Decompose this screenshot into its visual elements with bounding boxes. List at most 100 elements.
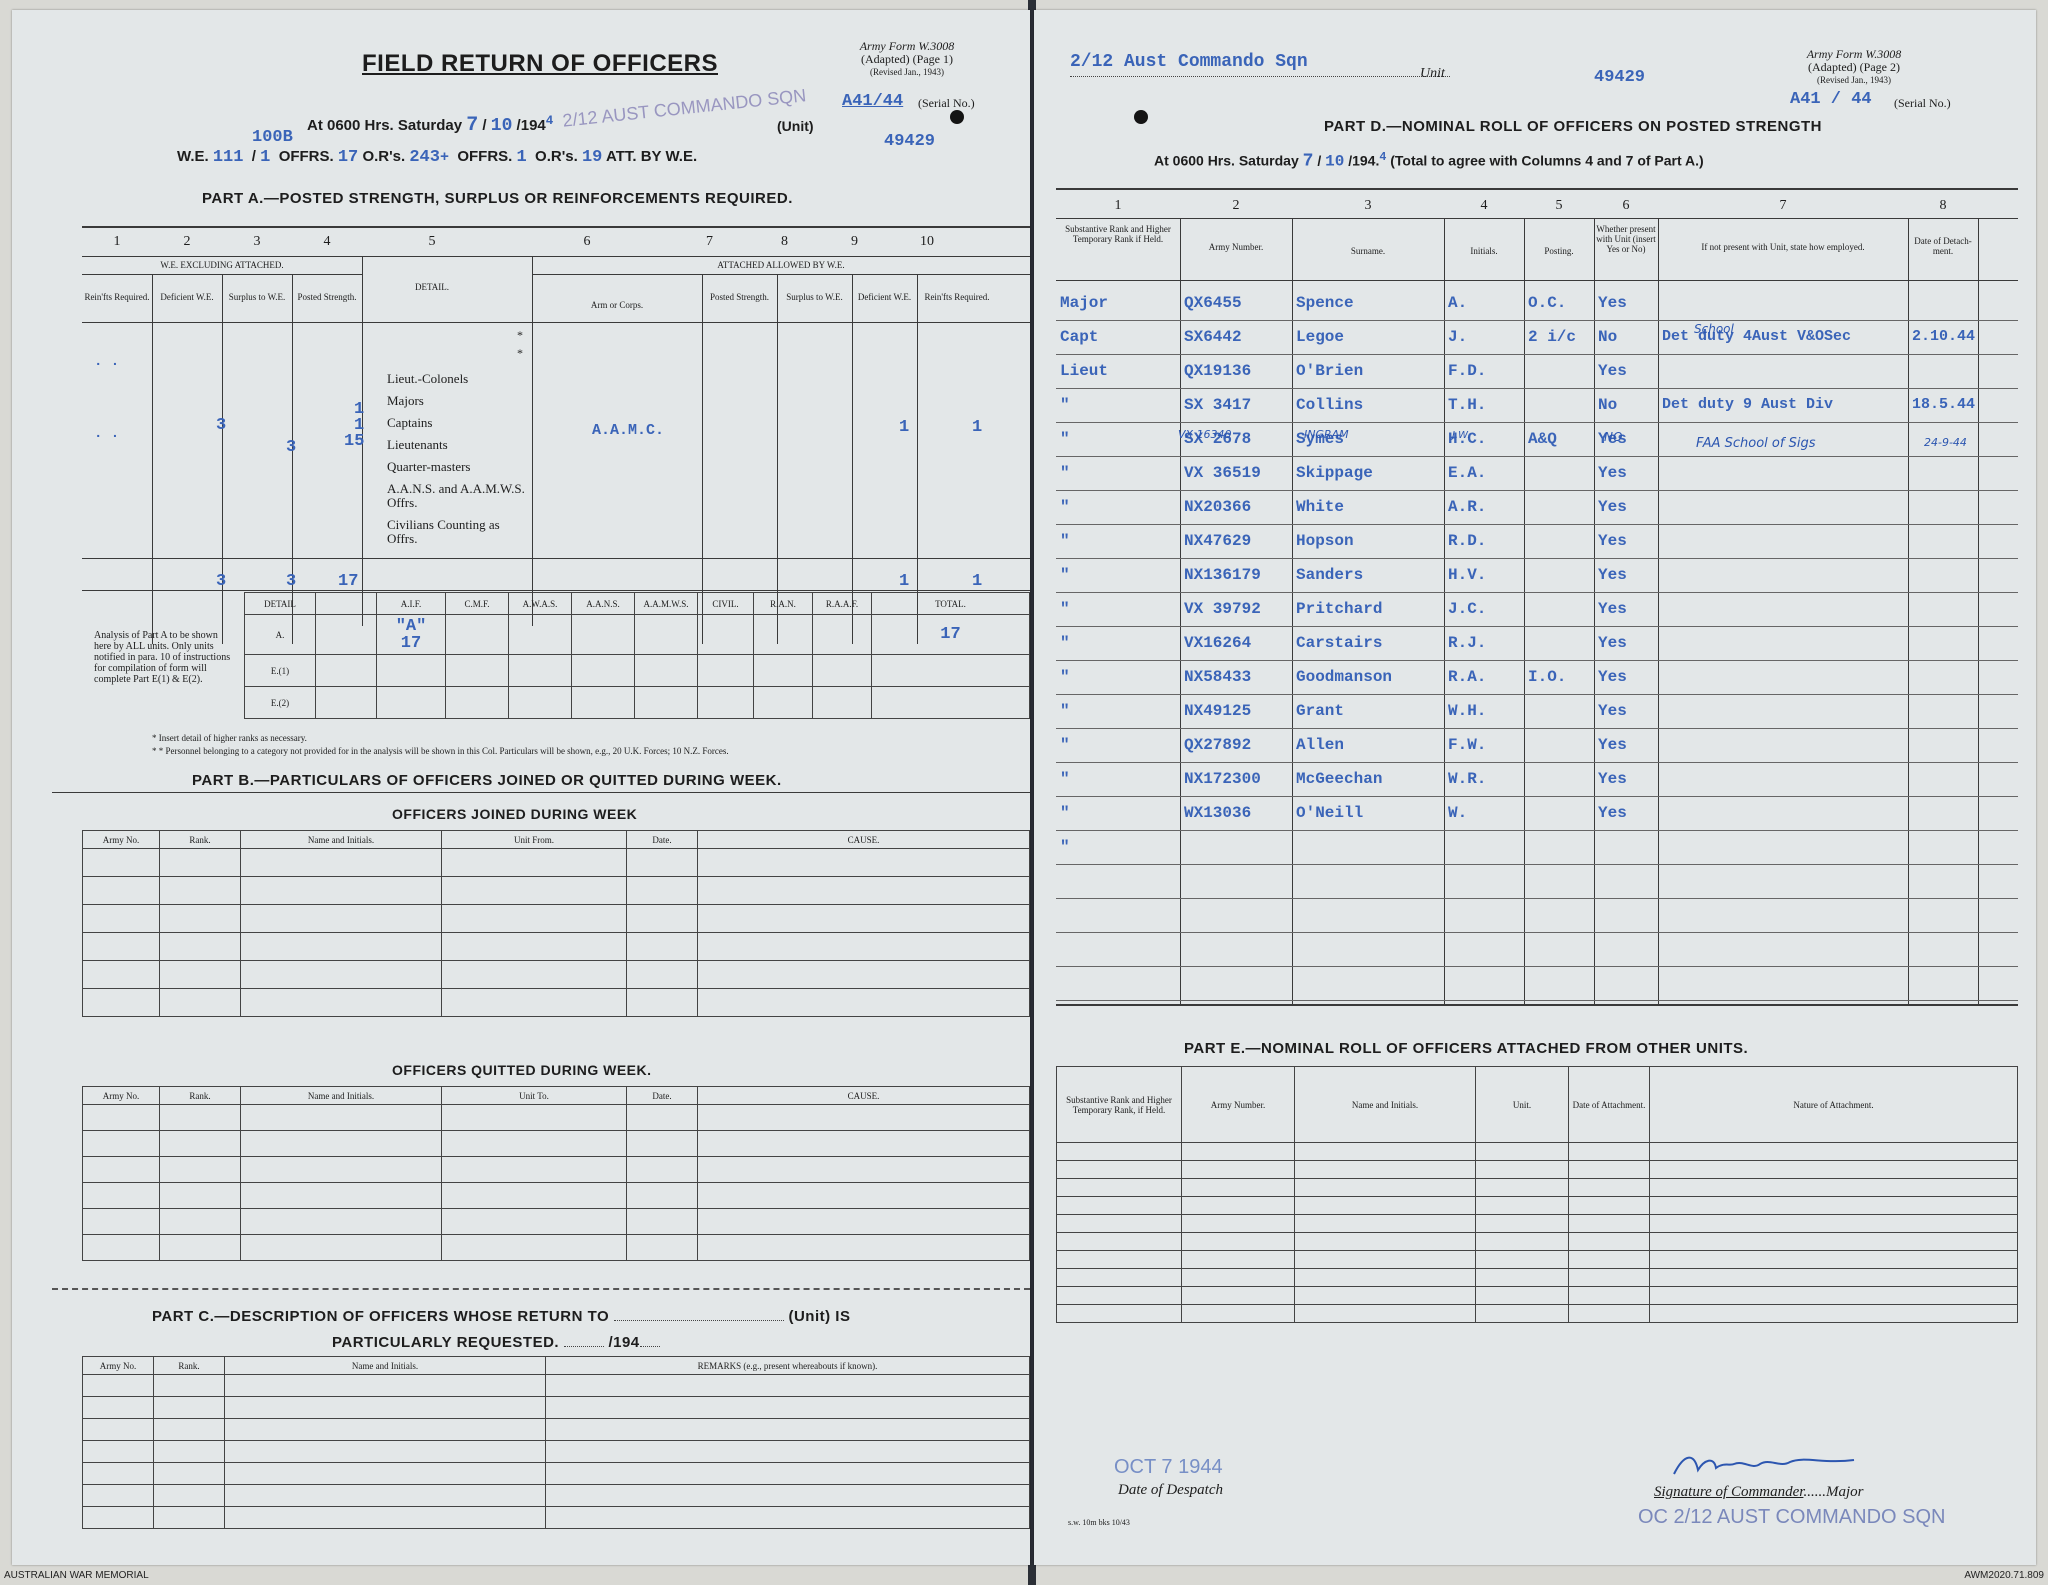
joined-title: OFFICERS JOINED DURING WEEK [392,806,638,822]
signature-line: Signature of Commander......Major [1654,1484,1864,1500]
officer-row: " VX 36519 Skippage E.A. Yes [1056,456,2018,491]
officer-surname: Grant [1296,702,1345,720]
officer-rank: " [1060,702,1070,720]
part-d-title: PART D.—NOMINAL ROLL OF OFFICERS ON POST… [1324,118,1823,135]
officer-surname: Pritchard [1296,600,1383,618]
corps-value: A.A.M.C. [592,422,665,439]
officer-init: A.R. [1448,498,1487,516]
officer-rank: " [1060,634,1070,652]
head-rank: Substantive Rank and Higher Temporary Ra… [1065,224,1171,244]
officer-rank: Lieut [1060,362,1109,380]
unit-code: 49429 [884,132,936,151]
officer-rank: " [1060,532,1070,550]
print-reference: s.w. 10m bks 10/43 [1068,1518,1130,1527]
head-how-employed: If not present with Unit, state how empl… [1701,242,1865,252]
part-a-table: 1 2 3 4 5 6 7 8 9 10 W.E. EXCLUDING ATTA… [82,218,1030,728]
officer-army: SX6442 [1184,328,1242,346]
right-page: 2/12 Aust Commando Sqn Unit 49429 Army F… [1034,10,2036,1565]
officer-row: " [1056,830,2018,865]
officer-army: QX19136 [1184,362,1252,380]
officer-rank: " [1060,566,1070,584]
form-title: FIELD RETURN OF OFFICERS [362,50,718,77]
part-a-title: PART A.—POSTED STRENGTH, SURPLUS OR REIN… [202,190,793,207]
officer-date: 18.5.44 [1912,396,1976,413]
part-c-title: PART C.—DESCRIPTION OF OFFICERS WHOSE RE… [152,1308,851,1325]
footnotes: * Insert detail of higher ranks as neces… [152,733,729,756]
officer-rank: " [1060,804,1070,822]
officer-surname: Spence [1296,294,1354,312]
officer-surname: Goodmanson [1296,668,1393,686]
star-mark: * [517,346,523,360]
officer-row: Capt SX6442 Legoe J. 2 i/c No Det duty 4Aust V… [1056,320,2018,355]
officer-rank: Major [1060,294,1109,312]
footer-credit: AUSTRALIAN WAR MEMORIAL [4,1570,149,1581]
serial-number: A41/44 [842,92,904,111]
part-d-table: 1 2 3 4 5 6 7 8 Substantive Rank and Hig… [1056,180,2018,1150]
officer-army: NX58433 [1184,668,1252,686]
officer-post: 2 i/c [1528,328,1577,346]
handwritten-ingram: INGRAM [1304,428,1349,441]
officer-init: W.R. [1448,770,1487,788]
officer-post: O.C. [1528,294,1567,312]
unit-stamp: 2/12 AUST COMMANDO SQN [561,85,808,131]
officer-present: No [1598,328,1618,346]
officer-surname: O'Brien [1296,362,1364,380]
officer-army: WX13036 [1184,804,1252,822]
star-mark: * [517,328,523,342]
head-detach-date: Date of Detach-ment. [1914,236,1972,256]
officer-row: " NX20366 White A.R. Yes [1056,490,2018,525]
officer-post: I.O. [1528,668,1567,686]
surplus-value: 3 [286,438,297,457]
officer-present: Yes [1598,668,1627,686]
punch-hole [950,110,964,124]
handwritten-faa-date: 24-9-44 [1924,436,1967,449]
head-reinforcements: Rein'fts Required. [84,292,150,302]
we-line: W.E. 111 100B / 1 OFFRS. 17 O.R's. 243+ … [177,128,698,167]
officer-init: T.H. [1448,396,1487,414]
serial-label: (Serial No.) [918,96,975,110]
officer-row: " VX16264 Carstairs R.J. Yes [1056,626,2018,661]
officer-init: A. [1448,294,1468,312]
officer-rank: " [1060,430,1070,448]
part-e-title: PART E.—NOMINAL ROLL OF OFFICERS ATTACHE… [1184,1040,1749,1057]
handwritten-school: School [1694,322,1734,336]
part-d-date-line: At 0600 Hrs. Saturday 7 / 10 /194.4 (Tot… [1154,150,1704,172]
part-c-line2: PARTICULARLY REQUESTED. /194 [332,1334,660,1351]
officer-army: NX172300 [1184,770,1261,788]
officer-post: A&Q [1528,430,1557,448]
posted-values: 1 1 15 [344,400,365,451]
despatch-label: Date of Despatch [1118,1482,1223,1498]
quitted-title: OFFICERS QUITTED DURING WEEK. [392,1062,652,1078]
officer-army: NX49125 [1184,702,1252,720]
officer-init: H.V. [1448,566,1487,584]
officer-row: Lieut QX19136 O'Brien F.D. Yes [1056,354,2018,389]
form-reference: Army Form W.3008 (Adapted) (Page 1) (Rev… [859,39,955,78]
officer-surname: Skippage [1296,464,1373,482]
unit-code: 49429 [1594,68,1646,87]
officer-rank: " [1060,770,1070,788]
officer-row: " NX136179 Sanders H.V. Yes [1056,558,2018,593]
officer-army: NX20366 [1184,498,1252,516]
we-excluding-heading: W.E. EXCLUDING ATTACHED. [160,260,284,270]
part-b-title: PART B.—PARTICULARS OF OFFICERS JOINED O… [192,772,782,789]
officer-army: NX136179 [1184,566,1261,584]
officer-army: VX16264 [1184,634,1252,652]
officer-date: 2.10.44 [1912,328,1976,345]
officer-surname: Collins [1296,396,1364,414]
total-posted: 17 [338,572,359,591]
officer-surname: Sanders [1296,566,1364,584]
officer-row: " SX 3417 Collins T.H. No Det duty 9 Aust Div… [1056,388,2018,423]
officer-init: F.W. [1448,736,1487,754]
attached-allowed-heading: ATTACHED ALLOWED BY W.E. [717,260,845,270]
head-deficient: Deficient W.E. [160,292,214,302]
oc-stamp: OC 2/12 AUST COMMANDO SQN [1638,1506,1946,1528]
handwritten-initials: J.W. [1452,430,1471,441]
officer-present: Yes [1598,566,1627,584]
handwritten-faa: FAA School of Sigs [1696,436,1816,451]
officer-surname: O'Neill [1296,804,1364,822]
officer-surname: Legoe [1296,328,1345,346]
officer-rank: Capt [1060,328,1099,346]
officer-present: Yes [1598,770,1627,788]
officer-rank: " [1060,396,1070,414]
officer-present: Yes [1598,804,1627,822]
